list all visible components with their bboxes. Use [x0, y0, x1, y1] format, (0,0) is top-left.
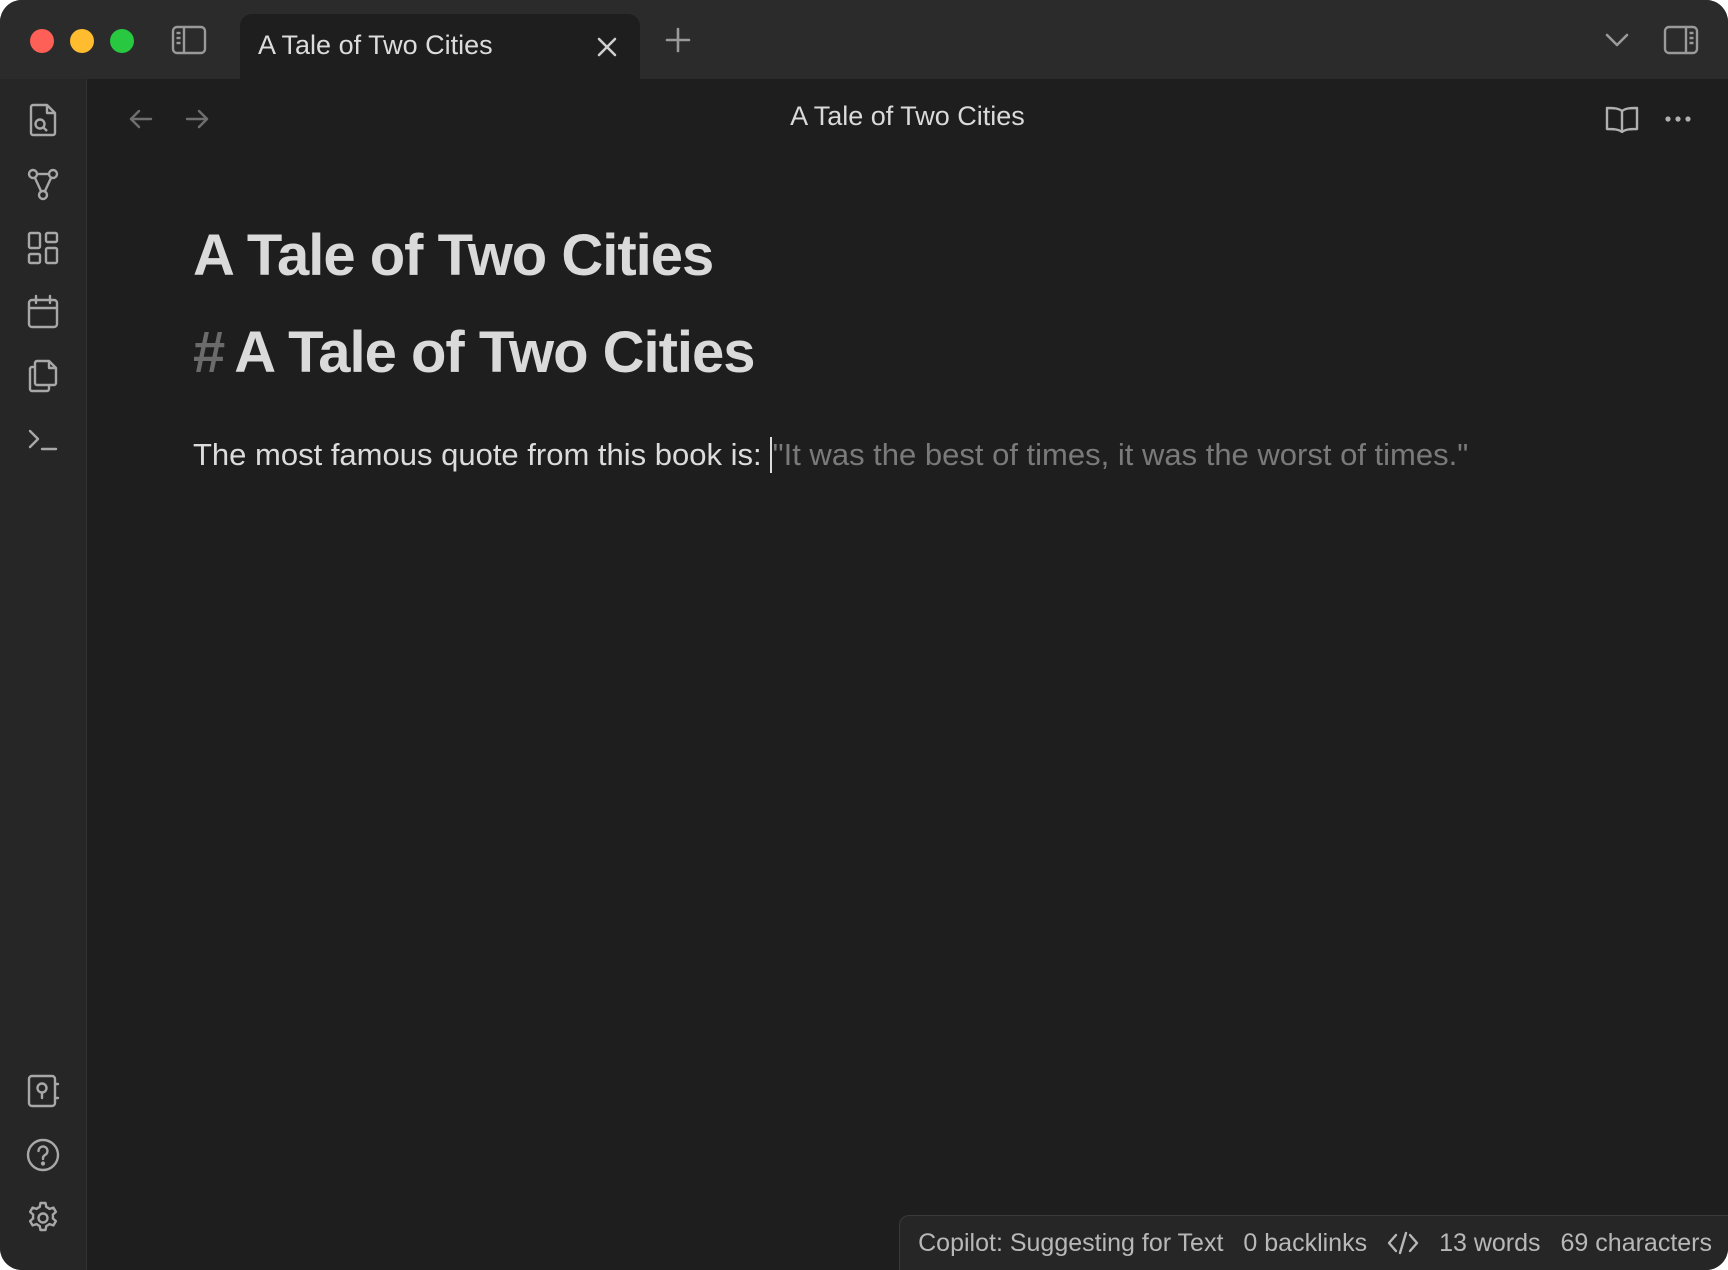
copy-icon[interactable] — [23, 356, 63, 396]
vault-icon[interactable] — [23, 1071, 63, 1111]
reading-view-book-icon[interactable] — [1602, 101, 1642, 137]
paragraph[interactable]: The most famous quote from this book is:… — [193, 437, 1468, 473]
paragraph-text: The most famous quote from this book is: — [193, 437, 762, 472]
copilot-suggestion: "It was the best of times, it was the wo… — [772, 437, 1469, 472]
app-window: A Tale of Two Cities A Tale of Two Citie… — [0, 0, 1728, 1270]
copilot-status[interactable]: Copilot: Suggesting for Text — [918, 1229, 1223, 1258]
tab-active[interactable]: A Tale of Two Cities — [240, 14, 640, 79]
more-options-icon[interactable] — [1658, 101, 1698, 137]
search-file-icon[interactable] — [23, 100, 63, 140]
tab-title: A Tale of Two Cities — [258, 30, 493, 60]
heading-text: A Tale of Two Cities — [234, 320, 755, 385]
ribbon — [0, 79, 87, 1270]
window-close-button[interactable] — [30, 29, 54, 53]
calendar-icon[interactable] — [23, 292, 63, 332]
code-icon[interactable] — [1387, 1231, 1419, 1255]
chevron-down-icon[interactable] — [1602, 28, 1632, 52]
editor-pane: A Tale of Two Cities A Tale of Two Citie… — [87, 79, 1728, 1270]
status-bar: Copilot: Suggesting for Text 0 backlinks… — [899, 1215, 1728, 1270]
right-sidebar-icon[interactable] — [1662, 22, 1700, 58]
backlinks-count[interactable]: 0 backlinks — [1243, 1229, 1367, 1258]
window-zoom-button[interactable] — [110, 29, 134, 53]
graph-icon[interactable] — [23, 164, 63, 204]
terminal-icon[interactable] — [23, 420, 63, 460]
text-cursor — [769, 437, 772, 473]
gear-icon[interactable] — [23, 1198, 63, 1238]
help-icon[interactable] — [23, 1135, 63, 1175]
sidebar-toggle-icon[interactable] — [170, 22, 208, 58]
heading-hash-marker: # — [193, 320, 225, 385]
inline-title[interactable]: A Tale of Two Cities — [193, 222, 714, 289]
plus-icon[interactable] — [662, 24, 694, 56]
view-header-title[interactable]: A Tale of Two Cities — [87, 101, 1728, 132]
word-count: 13 words — [1439, 1228, 1541, 1257]
titlebar: A Tale of Two Cities — [0, 0, 1728, 79]
heading-1[interactable]: # A Tale of Two Cities — [193, 319, 756, 386]
canvas-icon[interactable] — [23, 228, 63, 268]
close-icon[interactable] — [592, 32, 622, 62]
window-minimize-button[interactable] — [70, 29, 94, 53]
character-count: 69 characters — [1560, 1228, 1712, 1257]
